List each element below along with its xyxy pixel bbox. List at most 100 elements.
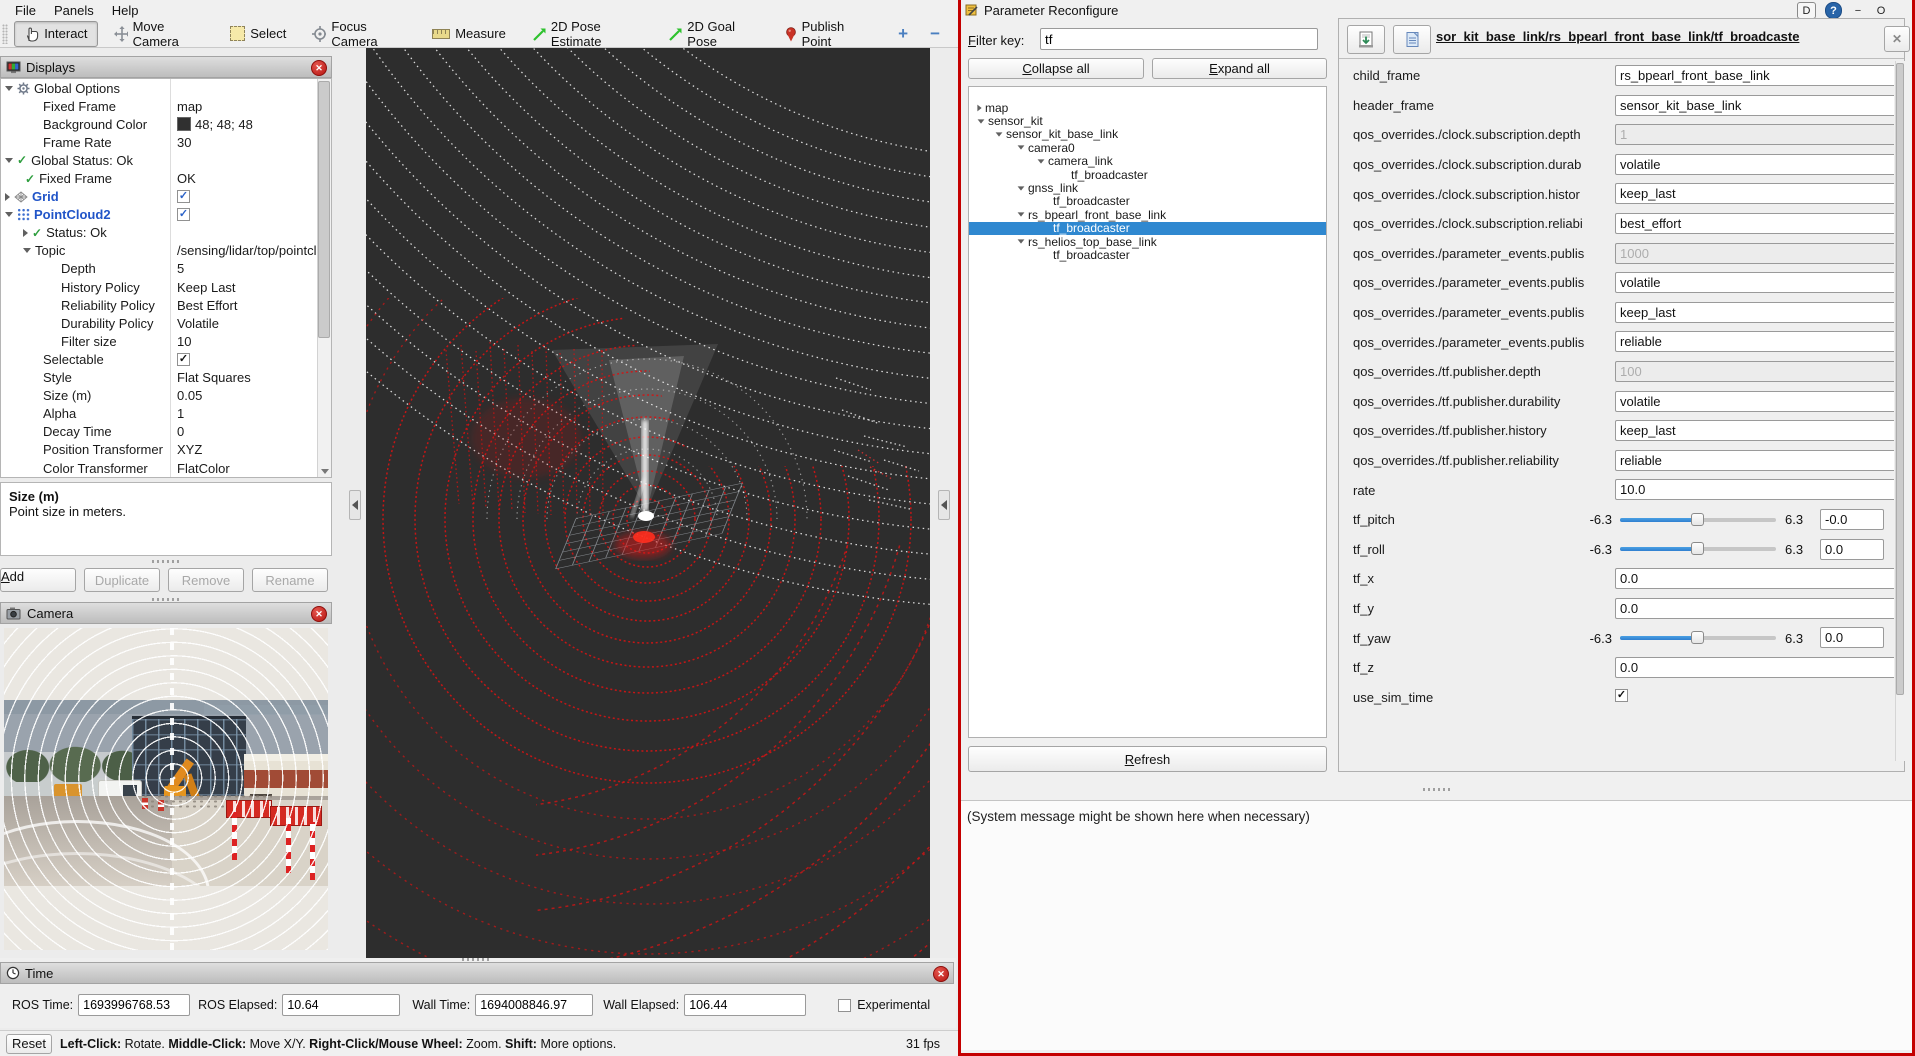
property-row[interactable]: ✓Global Status: Ok [1, 151, 331, 169]
param-value-input[interactable] [1615, 154, 1894, 175]
node-tree[interactable]: map sensor_kit sensor_kit_base_link came… [968, 86, 1327, 738]
property-row[interactable]: Fixed Framemap [1, 97, 331, 115]
wall-time-input[interactable] [475, 994, 593, 1016]
remove-tool-button[interactable]: − [922, 25, 958, 42]
param-value-input[interactable] [1615, 65, 1894, 86]
property-row[interactable]: Color TransformerFlatColor [1, 459, 331, 477]
param-value-input[interactable] [1615, 391, 1894, 412]
tree-item-gnss-link[interactable]: gnss_link [969, 181, 1326, 194]
menu-panels[interactable]: Panels [45, 0, 103, 20]
param-window-titlebar[interactable]: Parameter Reconfigure D ? − O [961, 0, 1912, 20]
time-close-button[interactable]: ✕ [933, 966, 949, 982]
add-tool-button[interactable]: + [890, 25, 916, 42]
param-value-input[interactable] [1615, 302, 1894, 323]
load-params-button[interactable] [1393, 25, 1431, 54]
tree-item-map[interactable]: map [969, 101, 1326, 114]
scrollbar-down-arrow[interactable] [321, 469, 329, 474]
tf-pitch-slider[interactable] [1620, 513, 1776, 527]
selectable-checkbox[interactable]: ✓ [177, 353, 190, 366]
dock-button[interactable]: D [1797, 2, 1816, 19]
render-viewport[interactable] [366, 48, 930, 958]
param-value-input[interactable] [1615, 95, 1894, 116]
property-row[interactable]: ✓Fixed FrameOK [1, 169, 331, 187]
interact-tool-button[interactable]: Interact [14, 21, 97, 47]
wall-elapsed-input[interactable] [684, 994, 806, 1016]
experimental-checkbox[interactable] [838, 999, 851, 1012]
property-row[interactable]: Reliability PolicyBest Effort [1, 296, 331, 314]
property-row[interactable]: Grid✓ [1, 188, 331, 206]
param-value-input[interactable] [1615, 657, 1894, 678]
camera-close-button[interactable]: ✕ [311, 606, 327, 622]
param-value-input[interactable] [1615, 450, 1894, 471]
display-enabled-checkbox[interactable]: ✓ [177, 190, 190, 203]
goal-pose-tool-button[interactable]: 2D Goal Pose [658, 21, 768, 47]
tree-item-tf-broadcaster-selected[interactable]: tf_broadcaster [969, 222, 1326, 235]
displays-scrollbar[interactable] [317, 79, 331, 477]
param-value-input[interactable] [1820, 627, 1884, 648]
maximize-button[interactable]: O [1874, 3, 1888, 19]
slider-handle[interactable] [1691, 631, 1704, 644]
select-tool-button[interactable]: Select [220, 21, 296, 47]
param-value-input[interactable] [1615, 479, 1894, 500]
tf-roll-slider[interactable] [1620, 542, 1776, 556]
tree-item-sensor-kit-base-link[interactable]: sensor_kit_base_link [969, 128, 1326, 141]
property-row[interactable]: ✓Status: Ok [1, 224, 331, 242]
tree-item-rs-bpearl-front-base-link[interactable]: rs_bpearl_front_base_link [969, 208, 1326, 221]
display-enabled-checkbox[interactable]: ✓ [177, 208, 190, 221]
menu-help[interactable]: Help [103, 0, 148, 20]
move-camera-tool-button[interactable]: Move Camera [104, 21, 215, 47]
camera-panel-titlebar[interactable]: Camera ✕ [0, 602, 332, 624]
property-row[interactable]: Decay Time0 [1, 423, 331, 441]
time-panel-titlebar[interactable]: Time ✕ [0, 962, 954, 984]
tree-item-sensor-kit[interactable]: sensor_kit [969, 114, 1326, 127]
param-value-input[interactable] [1615, 568, 1894, 589]
property-row[interactable]: StyleFlat Squares [1, 369, 331, 387]
expand-all-button[interactable]: Expand all [1152, 58, 1327, 79]
tab-close-button[interactable]: ✕ [1884, 26, 1910, 52]
param-value-input[interactable] [1615, 331, 1894, 352]
displays-property-tree[interactable]: Global Options Fixed Framemap Background… [0, 78, 332, 478]
rename-display-button[interactable]: Rename [252, 568, 328, 592]
slider-handle[interactable] [1691, 513, 1704, 526]
param-value-input[interactable] [1615, 272, 1894, 293]
publish-point-tool-button[interactable]: Publish Point [774, 21, 878, 47]
filter-key-input[interactable] [1040, 28, 1318, 50]
toolbar-grip[interactable] [2, 24, 8, 44]
splitter-handle[interactable] [462, 958, 490, 961]
reset-button[interactable]: Reset [6, 1034, 52, 1054]
whats-this-button[interactable]: ? [1825, 2, 1842, 19]
save-params-button[interactable] [1347, 25, 1385, 54]
property-row[interactable]: Topic/sensing/lidar/top/pointcl. [1, 242, 331, 260]
tree-item-tf-broadcaster[interactable]: tf_broadcaster [969, 168, 1326, 181]
refresh-button[interactable]: Refresh [968, 746, 1327, 772]
param-value-input[interactable] [1820, 509, 1884, 530]
remove-display-button[interactable]: Remove [168, 568, 244, 592]
add-display-button[interactable]: Add [0, 568, 76, 592]
ros-elapsed-input[interactable] [282, 994, 400, 1016]
collapse-right-panel-button[interactable] [938, 490, 950, 520]
tree-item-camera-link[interactable]: camera_link [969, 155, 1326, 168]
scrollbar-thumb[interactable] [1896, 63, 1904, 695]
tree-item-tf-broadcaster[interactable]: tf_broadcaster [969, 195, 1326, 208]
collapse-all-button[interactable]: Collapse all [968, 58, 1144, 79]
splitter-handle[interactable] [152, 598, 180, 601]
minimize-button[interactable]: − [1851, 3, 1865, 19]
property-row[interactable]: Durability PolicyVolatile [1, 314, 331, 332]
property-row[interactable]: PointCloud2✓ [1, 206, 331, 224]
property-row[interactable]: Alpha1 [1, 405, 331, 423]
tree-item-camera0[interactable]: camera0 [969, 141, 1326, 154]
slider-handle[interactable] [1691, 542, 1704, 555]
param-value-input[interactable] [1615, 213, 1894, 234]
property-row[interactable]: Background Color48; 48; 48 [1, 115, 331, 133]
param-value-input[interactable] [1820, 539, 1884, 560]
property-row[interactable]: Filter size10 [1, 332, 331, 350]
property-row[interactable]: Size (m)0.05 [1, 387, 331, 405]
scrollbar-thumb[interactable] [318, 81, 330, 338]
active-node-tab[interactable]: sor_kit_base_link/rs_bpearl_front_base_l… [1436, 29, 1879, 44]
camera-image[interactable] [4, 628, 328, 950]
param-scrollbar[interactable] [1895, 61, 1905, 761]
menu-file[interactable]: File [6, 0, 45, 20]
tree-item-tf-broadcaster[interactable]: tf_broadcaster [969, 248, 1326, 261]
duplicate-display-button[interactable]: Duplicate [84, 568, 160, 592]
property-row[interactable]: Depth5 [1, 260, 331, 278]
